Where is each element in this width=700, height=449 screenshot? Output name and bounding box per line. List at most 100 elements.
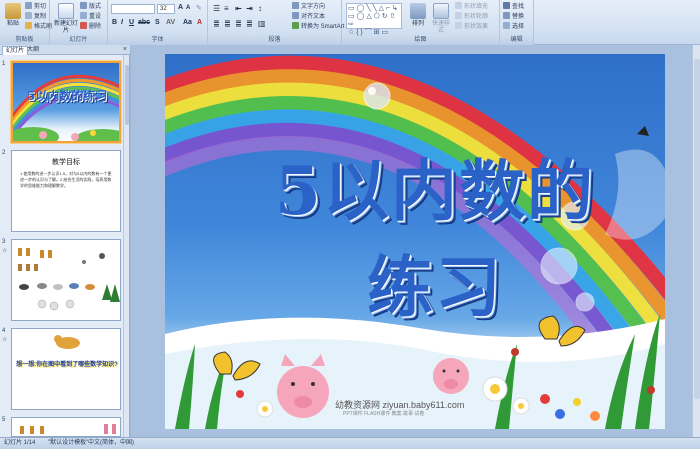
align-right-icon[interactable]: ≣ [235,19,242,28]
font-name-box[interactable] [111,4,155,14]
slide-scroll-thumb[interactable] [694,59,700,399]
new-slide-button[interactable]: 新建幻灯片 [54,3,78,34]
font-group: 32 A A ✎ B I U abc S AV Aa A 字体 [108,0,208,45]
replace-button[interactable]: 替换 [503,12,524,21]
slide-thumbnail-3[interactable] [11,239,121,321]
effects-icon [455,22,462,29]
align-center-icon[interactable]: ≣ [224,19,231,28]
paragraph-group: ☰ ≡ ⇤ ⇥ ↕ 文字方向 对齐文本 转换为 SmartArt ≣ ≣ ≣ ≣… [208,0,344,45]
drawing-group: ▭ ◯ ╲ ╲ △ ⌐ ↳ ▭ ◯ △ ⬠ ↻ ⇧ ⇨ ☆ { } ⌒ ⊞ ▭ 排列… [342,0,500,45]
pane-tabs: 幻灯片 大纲 × [0,45,130,55]
pane-scrollbar[interactable] [123,55,129,437]
align-text-button[interactable]: 对齐文本 [292,12,325,21]
delete-button[interactable]: 删除 [80,22,101,31]
drawing-group-label: 绘图 [342,36,499,45]
cut-button[interactable]: 剪切 [25,2,46,11]
slide-thumbnail-4[interactable]: 想一想:你在图中看到了哪些数学知识? [11,328,121,410]
quick-styles-button[interactable]: 快速样式 [430,3,452,34]
grow-font-icon[interactable]: A [178,4,183,11]
watermark-subtext: PPT课件 FLASH课件 教案 故事 试卷 [343,411,425,417]
editing-group-label: 编辑 [500,36,533,45]
select-button[interactable]: 选择 [503,22,524,31]
paste-icon [5,3,21,19]
current-slide[interactable]: 5以内数的练习 幼教资源网 ziyuan.baby611.com PPT课件 F… [165,54,665,429]
text-direction-icon [292,2,299,9]
paste-button[interactable]: 粘贴 [2,3,24,33]
reset-icon [80,12,87,19]
clipboard-group-label: 剪贴板 [0,36,49,45]
slide-number: 5 [2,417,6,423]
ribbon: 粘贴 剪切 复制 格式刷 剪贴板 新建幻灯片 版式 重设 删除 幻灯片 32 A… [0,0,700,45]
slide-counter: 幻灯片 1/14 [4,440,36,446]
clear-format-icon[interactable]: ✎ [196,4,202,12]
shadow-button[interactable]: S [155,19,160,26]
new-slide-icon [58,3,74,19]
text-direction-button[interactable]: 文字方向 [292,2,325,11]
slide-number: 4 [2,328,6,334]
slide-thumbnail-1[interactable]: 5以内数的练习 [11,61,121,143]
shape-outline-button[interactable]: 形状轮廓 [455,12,488,21]
find-button[interactable]: 查找 [503,2,524,11]
shape-effects-button[interactable]: 形状效果 [455,22,488,31]
thumb2-body: 1.使用数的进一步认识1-5，对与5以内的数有一个更进一步的认识与了解。2.结合… [20,171,112,188]
shapes-gallery[interactable]: ▭ ◯ ╲ ╲ △ ⌐ ↳ ▭ ◯ △ ⬠ ↻ ⇧ ⇨ ☆ { } ⌒ ⊞ ▭ [346,3,402,36]
quick-styles-icon [433,3,449,19]
justify-icon[interactable]: ≣ [246,19,253,28]
bullets-icon[interactable]: ☰ [213,4,220,13]
fill-icon [455,2,462,9]
copy-icon [25,12,32,19]
spacing-button[interactable]: AV [166,19,175,26]
copy-button[interactable]: 复制 [25,12,46,21]
quick-styles-label: 快速样式 [431,21,450,34]
underline-button[interactable]: U [129,19,134,26]
columns-icon[interactable]: ▥ [258,19,266,28]
brush-icon [25,22,32,29]
language-status[interactable]: 中文(简体，中国) [88,438,134,449]
numbering-icon[interactable]: ≡ [224,4,229,13]
strikethrough-button[interactable]: abc [138,19,150,26]
slide-thumbnail-5[interactable] [11,417,121,437]
clipboard-group: 粘贴 剪切 复制 格式刷 剪贴板 [0,0,52,45]
bold-button[interactable]: B [112,19,117,26]
slides-group: 新建幻灯片 版式 重设 删除 幻灯片 [50,0,108,45]
editing-group: 查找 替换 选择 编辑 [500,0,534,45]
slide-title[interactable]: 5以内数的练习 [245,138,625,330]
tab-outline[interactable]: 大纲 [24,46,42,55]
layout-icon [80,2,87,9]
align-text-icon [292,12,299,19]
scissors-icon [25,2,32,9]
slide-vertical-scrollbar[interactable] [692,45,700,437]
format-painter-button[interactable]: 格式刷 [25,22,52,31]
cursor-icon [503,22,510,29]
change-case-button[interactable]: Aa [183,19,192,26]
status-bar: 幻灯片 1/14 "默认设计模板" 中文(简体，中国) [0,437,700,449]
smartart-button[interactable]: 转换为 SmartArt [292,22,344,31]
theme-name: "默认设计模板" [48,440,89,446]
shape-fill-button[interactable]: 形状填充 [455,2,488,11]
replace-icon [503,12,510,19]
thumb3-animals-art [18,248,120,311]
pane-scroll-thumb[interactable] [125,65,129,125]
align-left-icon[interactable]: ≣ [213,19,220,28]
slides-group-label: 幻灯片 [50,36,107,45]
animation-icon: ☆ [2,337,8,343]
smartart-icon [292,22,299,29]
decrease-indent-icon[interactable]: ⇤ [235,4,242,13]
increase-indent-icon[interactable]: ⇥ [246,4,253,13]
arrange-label: 排列 [411,21,424,27]
arrange-icon [410,3,426,19]
line-spacing-icon[interactable]: ↕ [258,4,262,13]
shrink-font-icon[interactable]: A [186,5,190,11]
italic-button[interactable]: I [121,19,123,26]
animation-icon: ☆ [2,248,8,254]
font-size-box[interactable]: 32 [157,4,175,14]
font-color-button[interactable]: A [197,19,202,26]
reset-button[interactable]: 重设 [80,12,101,21]
slide-thumbnail-2[interactable]: 教学目标 1.使用数的进一步认识1-5，对与5以内的数有一个更进一步的认识与了解… [11,150,121,232]
close-icon[interactable]: × [123,46,127,53]
arrange-button[interactable]: 排列 [408,3,428,33]
layout-button[interactable]: 版式 [80,2,101,11]
slide-number: 2 [2,150,6,156]
slide-number: 3 [2,239,6,245]
outline-icon [455,12,462,19]
